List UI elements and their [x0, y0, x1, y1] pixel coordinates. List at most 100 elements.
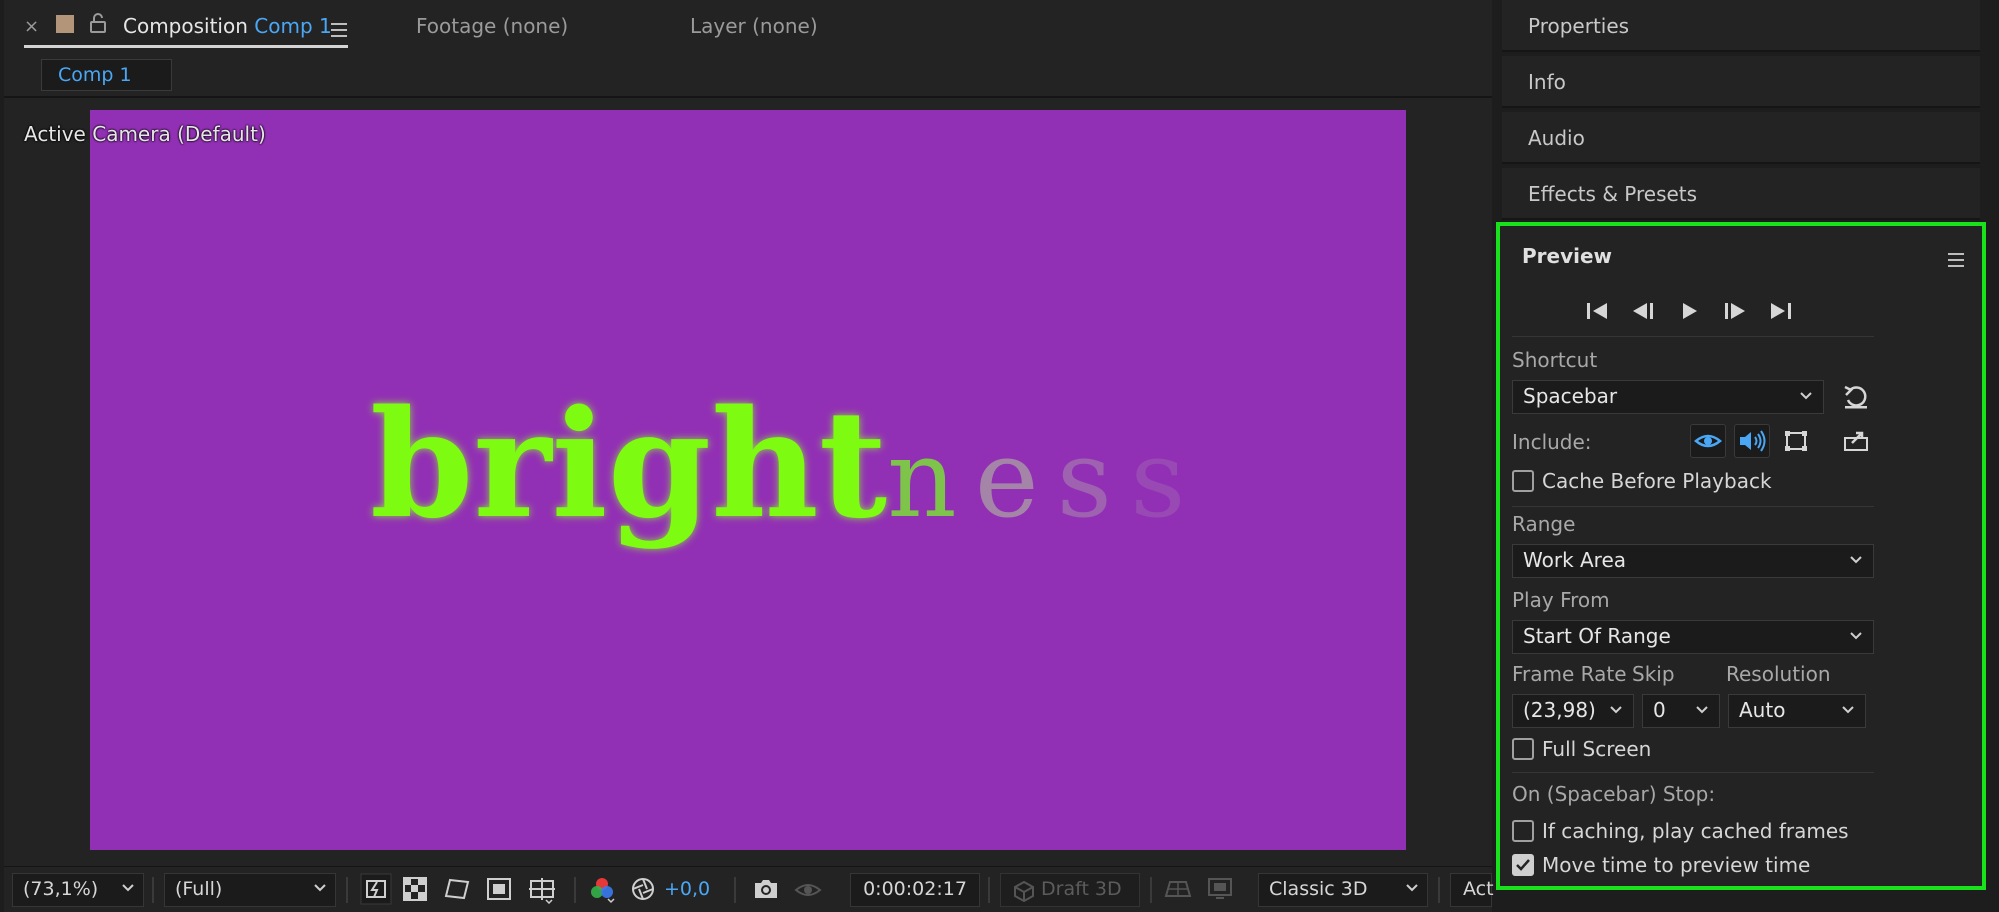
include-video-icon[interactable] [1690, 424, 1726, 458]
play-from-value: Start Of Range [1523, 624, 1671, 648]
resolution-value: Auto [1739, 698, 1786, 722]
panel-menu-icon[interactable] [331, 18, 347, 42]
toolbar-divider [988, 877, 990, 903]
resolution-dropdown[interactable]: Auto [1728, 694, 1866, 728]
transparency-grid-icon[interactable] [402, 876, 428, 907]
chevron-down-icon [1850, 632, 1862, 640]
fade-letter-2: e [974, 417, 1057, 542]
take-snapshot-icon[interactable] [752, 876, 780, 907]
last-frame-icon[interactable] [1766, 296, 1796, 326]
composition-canvas[interactable]: brightness [90, 110, 1406, 850]
audio-panel-header[interactable]: Audio [1502, 112, 1980, 164]
channel-rgb-icon[interactable] [588, 876, 616, 909]
frame-rate-dropdown[interactable]: (23,98) [1512, 694, 1634, 728]
toolbar-divider [1438, 877, 1440, 903]
play-from-dropdown[interactable]: Start Of Range [1512, 620, 1874, 654]
composition-navigator: Comp 1 [4, 52, 1492, 98]
fade-letter-4: s [1130, 417, 1204, 542]
if-caching-checkbox[interactable] [1512, 820, 1534, 842]
renderer-dropdown[interactable]: Classic 3D [1258, 873, 1428, 907]
properties-panel-header[interactable]: Properties [1502, 0, 1980, 52]
tab-footage[interactable]: Footage (none) [416, 14, 568, 38]
previous-frame-icon[interactable] [1628, 296, 1658, 326]
cache-before-playback-checkbox[interactable] [1512, 470, 1534, 492]
skip-value: 0 [1653, 698, 1666, 722]
shortcut-dropdown[interactable]: Spacebar [1512, 380, 1824, 414]
include-overlays-icon[interactable] [1778, 424, 1814, 458]
active-tab-indicator [24, 45, 348, 48]
full-screen-checkbox[interactable] [1512, 738, 1534, 760]
draft-3d-toggle[interactable]: Draft 3D [1000, 873, 1140, 907]
tab-layer[interactable]: Layer (none) [690, 14, 818, 38]
region-of-interest-icon[interactable] [486, 876, 512, 907]
resolution-label: Resolution [1726, 662, 1831, 686]
frame-rate-label: Frame Rate [1512, 662, 1627, 686]
skip-label: Skip [1632, 662, 1675, 686]
include-audio-icon[interactable] [1734, 424, 1770, 458]
shortcut-label: Shortcut [1512, 348, 1598, 372]
full-screen-row[interactable]: Full Screen [1512, 736, 1651, 762]
range-value: Work Area [1523, 548, 1627, 572]
unlock-icon[interactable] [90, 13, 106, 38]
chevron-down-icon [1406, 884, 1418, 892]
chevron-down-icon [1850, 556, 1862, 564]
fast-previews-icon[interactable] [360, 873, 392, 910]
composition-tab-bar: × Composition Comp 1 Footage (none) Laye… [4, 0, 1492, 52]
divider [1512, 772, 1874, 773]
cache-before-playback-label: Cache Before Playback [1542, 469, 1772, 493]
range-label: Range [1512, 512, 1576, 536]
full-screen-label: Full Screen [1542, 737, 1652, 761]
effects-presets-panel-header[interactable]: Effects & Presets [1502, 168, 1980, 220]
draft-3d-label: Draft 3D [1041, 878, 1122, 900]
current-time-display[interactable]: 0:00:02:17 [850, 873, 980, 907]
move-time-checkbox[interactable] [1512, 854, 1534, 876]
fade-letter-3: s [1056, 417, 1131, 542]
include-label: Include: [1512, 430, 1592, 454]
camera-view-value: Act [1463, 878, 1494, 900]
3d-ground-plane-icon[interactable] [1164, 876, 1192, 907]
camera-view-dropdown[interactable]: Act [1450, 873, 1494, 907]
tab-composition[interactable]: Composition Comp 1 [123, 14, 332, 38]
viewer-toolbar: (73,1%) (Full) +0,0 0:00:02:17 Draft 3D … [4, 866, 1494, 912]
first-frame-icon[interactable] [1582, 296, 1612, 326]
composition-viewer[interactable]: brightness Active Camera (Default) [4, 100, 1492, 866]
panel-menu-icon[interactable] [1948, 248, 1964, 272]
cache-before-playback-row[interactable]: Cache Before Playback [1512, 468, 1772, 494]
move-time-row[interactable]: Move time to preview time [1512, 852, 1810, 878]
show-snapshot-icon[interactable] [794, 876, 822, 907]
3d-view-layout-icon[interactable] [1206, 876, 1234, 907]
if-caching-label: If caching, play cached frames [1542, 819, 1849, 843]
toolbar-divider [346, 877, 348, 903]
toolbar-divider [152, 877, 154, 903]
grid-guides-icon[interactable] [528, 876, 556, 909]
text-layer-brightness[interactable]: brightness [370, 390, 1204, 539]
text-fading-part: ness [887, 417, 1203, 542]
mask-visibility-icon[interactable] [444, 876, 470, 907]
skip-dropdown[interactable]: 0 [1642, 694, 1720, 728]
draft-3d-icon [1014, 880, 1034, 902]
toolbar-divider [1150, 877, 1152, 903]
reset-exposure-icon[interactable] [630, 876, 656, 907]
active-camera-label: Active Camera (Default) [24, 122, 266, 146]
play-icon[interactable] [1674, 296, 1704, 326]
info-panel-header[interactable]: Info [1502, 56, 1980, 108]
renderer-value: Classic 3D [1269, 878, 1368, 900]
tab-composition-label: Composition [123, 14, 248, 38]
range-dropdown[interactable]: Work Area [1512, 544, 1874, 578]
text-solid-part: bright [370, 377, 888, 551]
exposure-value[interactable]: +0,0 [664, 878, 710, 900]
resolution-dropdown[interactable]: (Full) [164, 873, 336, 907]
next-frame-icon[interactable] [1720, 296, 1750, 326]
effects-presets-panel-title: Effects & Presets [1528, 182, 1698, 206]
comp-breadcrumb[interactable]: Comp 1 [41, 59, 172, 91]
shortcut-value: Spacebar [1523, 384, 1618, 408]
chevron-down-icon [1800, 392, 1812, 400]
composition-color-swatch[interactable] [56, 15, 74, 33]
external-video-icon[interactable] [1838, 424, 1874, 458]
zoom-dropdown[interactable]: (73,1%) [12, 873, 144, 907]
audio-panel-title: Audio [1528, 126, 1585, 150]
divider [1512, 506, 1874, 507]
close-tab-icon[interactable]: × [24, 16, 39, 37]
reset-shortcut-icon[interactable] [1842, 384, 1870, 415]
if-caching-row[interactable]: If caching, play cached frames [1512, 818, 1849, 844]
